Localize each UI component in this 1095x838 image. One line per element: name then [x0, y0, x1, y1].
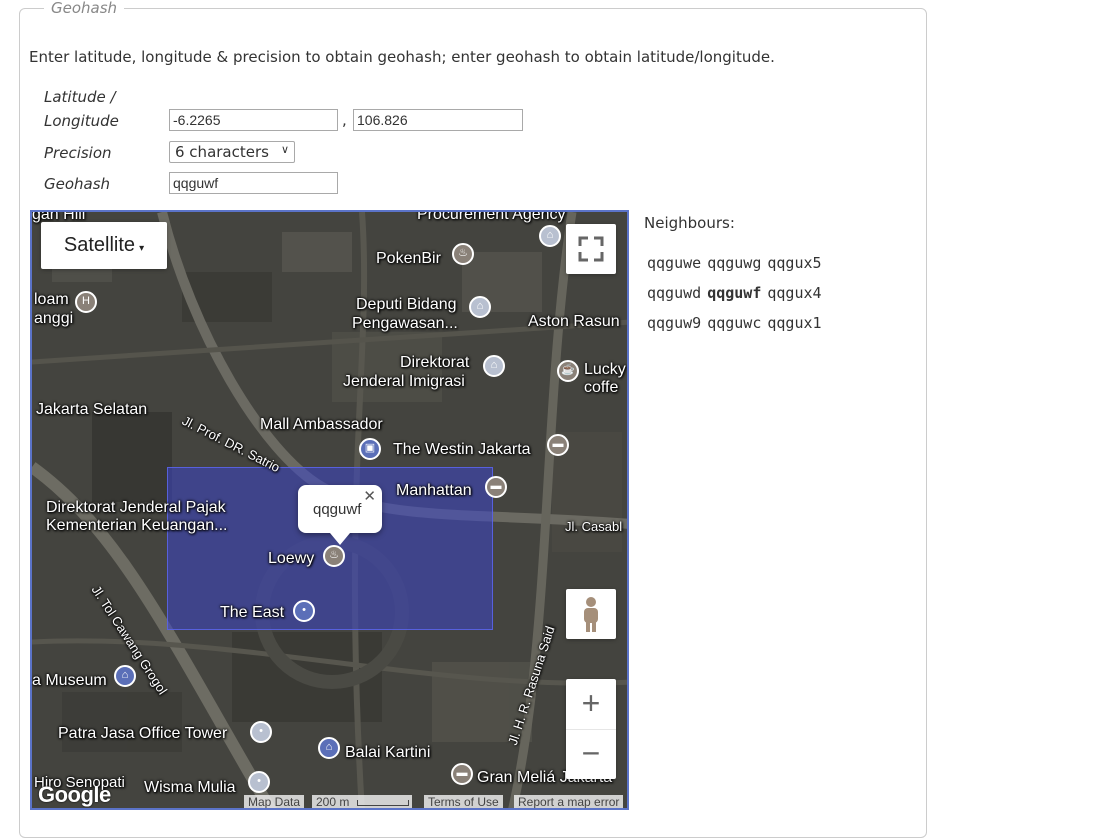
place-label: Balai Kartini	[345, 744, 431, 761]
longitude-label: Longitude	[44, 112, 119, 130]
comma-separator: ,	[342, 111, 347, 129]
place-pin-icon[interactable]: •	[293, 600, 315, 622]
cafe-icon[interactable]: ☕	[557, 360, 579, 382]
neighbour-cell[interactable]: qqgux4	[767, 284, 821, 302]
place-label: The East	[220, 604, 285, 621]
shopping-icon[interactable]: ▣	[359, 438, 381, 460]
geohash-label: Geohash	[44, 175, 111, 193]
zoom-out-button[interactable]: −	[566, 729, 616, 779]
map-data-link[interactable]: Map Data	[244, 795, 305, 808]
place-label: Direktorat Jenderal Pajak	[46, 499, 226, 516]
place-label: Direktorat	[400, 354, 470, 371]
place-label: Jenderal Imigrasi	[343, 373, 465, 390]
place-label: The Westin Jakarta	[393, 441, 531, 458]
map-view[interactable]: Procurement Agency gan Hill PokenBir ♨ ⌂…	[30, 210, 629, 810]
hospital-icon[interactable]: H	[75, 291, 97, 313]
neighbour-cell[interactable]: qqguwc	[707, 314, 761, 332]
current-geohash-cell: qqguwf	[707, 284, 762, 302]
neighbours-row: qqguwd qqguwf qqgux4	[647, 284, 828, 302]
info-window[interactable]: qqguwf ✕	[298, 485, 382, 545]
place-label: Lucky	[584, 361, 626, 378]
place-label: Procurement Agency	[417, 210, 566, 223]
chevron-down-icon: ∨	[280, 143, 289, 156]
neighbour-cell[interactable]: qqguwd	[647, 284, 701, 302]
terms-link[interactable]: Terms of Use	[424, 795, 503, 808]
place-label: PokenBir	[376, 250, 441, 267]
google-logo: Google	[38, 782, 111, 807]
neighbour-cell[interactable]: qqguw9	[647, 314, 701, 332]
place-label: a Museum	[32, 672, 107, 689]
place-label: coffe	[584, 379, 619, 396]
scale-bar: 200 m	[312, 795, 412, 809]
restaurant-icon[interactable]: ♨	[452, 243, 474, 265]
fullscreen-button[interactable]	[566, 224, 616, 274]
place-label: Loewy	[268, 550, 315, 567]
precision-label: Precision	[44, 144, 112, 162]
place-label: Manhattan	[396, 482, 472, 499]
place-label: Patra Jasa Office Tower	[58, 725, 228, 742]
landmark-icon[interactable]: ⌂	[318, 737, 340, 759]
pegman-icon	[584, 597, 598, 632]
neighbour-cell[interactable]: qqgux5	[767, 254, 821, 272]
neighbour-cell[interactable]: qqguwg	[707, 254, 761, 272]
place-pin-icon[interactable]: •	[248, 771, 270, 793]
landmark-icon[interactable]: ⌂	[483, 355, 505, 377]
landmark-icon[interactable]: ⌂	[469, 296, 491, 318]
info-window-text: qqguwf	[313, 501, 362, 518]
geohash-input[interactable]	[169, 172, 338, 194]
fieldset-legend: Geohash	[44, 0, 125, 17]
place-label: Wisma Mulia	[144, 779, 236, 796]
intro-text: Enter latitude, longitude & precision to…	[29, 48, 775, 66]
report-map-error-link[interactable]: Report a map error	[514, 795, 624, 808]
neighbours-title: Neighbours:	[644, 214, 735, 232]
hotel-icon[interactable]: ▬	[485, 476, 507, 498]
zoom-in-button[interactable]: +	[566, 679, 616, 730]
restaurant-icon[interactable]: ♨	[323, 545, 345, 567]
hotel-icon[interactable]: ▬	[547, 434, 569, 456]
landmark-icon[interactable]: ⌂	[539, 225, 561, 247]
place-label: Jakarta Selatan	[36, 401, 148, 418]
map-type-label: Satellite	[63, 234, 136, 256]
zoom-controls: + −	[566, 679, 616, 779]
longitude-input[interactable]	[353, 109, 523, 131]
precision-select[interactable]: 6 characters ∨	[169, 141, 295, 163]
place-label: Kementerian Keuangan...	[46, 517, 228, 534]
neighbour-cell[interactable]: qqguwe	[647, 254, 701, 272]
place-label: Aston Rasun	[528, 313, 620, 330]
scale-label: 200 m	[316, 795, 350, 809]
neighbour-cell[interactable]: qqgux1	[767, 314, 821, 332]
caret-down-icon: ▾	[139, 243, 145, 254]
neighbours-row: qqguw9 qqguwc qqgux1	[647, 314, 828, 332]
museum-icon[interactable]: ⌂	[114, 665, 136, 687]
scale-line	[356, 799, 409, 806]
hotel-icon[interactable]: ▬	[451, 763, 473, 785]
place-label: Deputi Bidang	[356, 296, 457, 313]
place-label: anggi	[34, 310, 74, 327]
place-pin-icon[interactable]: •	[250, 721, 272, 743]
close-icon[interactable]: ✕	[363, 487, 376, 505]
latitude-input[interactable]	[169, 109, 338, 131]
fullscreen-icon	[578, 236, 604, 262]
latitude-label: Latitude /	[44, 88, 116, 106]
place-label: Pengawasan...	[352, 315, 458, 332]
place-label: Mall Ambassador	[260, 416, 383, 433]
place-label: loam	[34, 291, 69, 308]
precision-select-value: 6 characters	[175, 143, 269, 161]
map-type-button[interactable]: Satellite ▾	[41, 222, 167, 269]
street-view-button[interactable]	[566, 589, 616, 639]
neighbours-row: qqguwe qqguwg qqgux5	[647, 254, 828, 272]
road-label: Jl. Casabl	[565, 519, 623, 534]
